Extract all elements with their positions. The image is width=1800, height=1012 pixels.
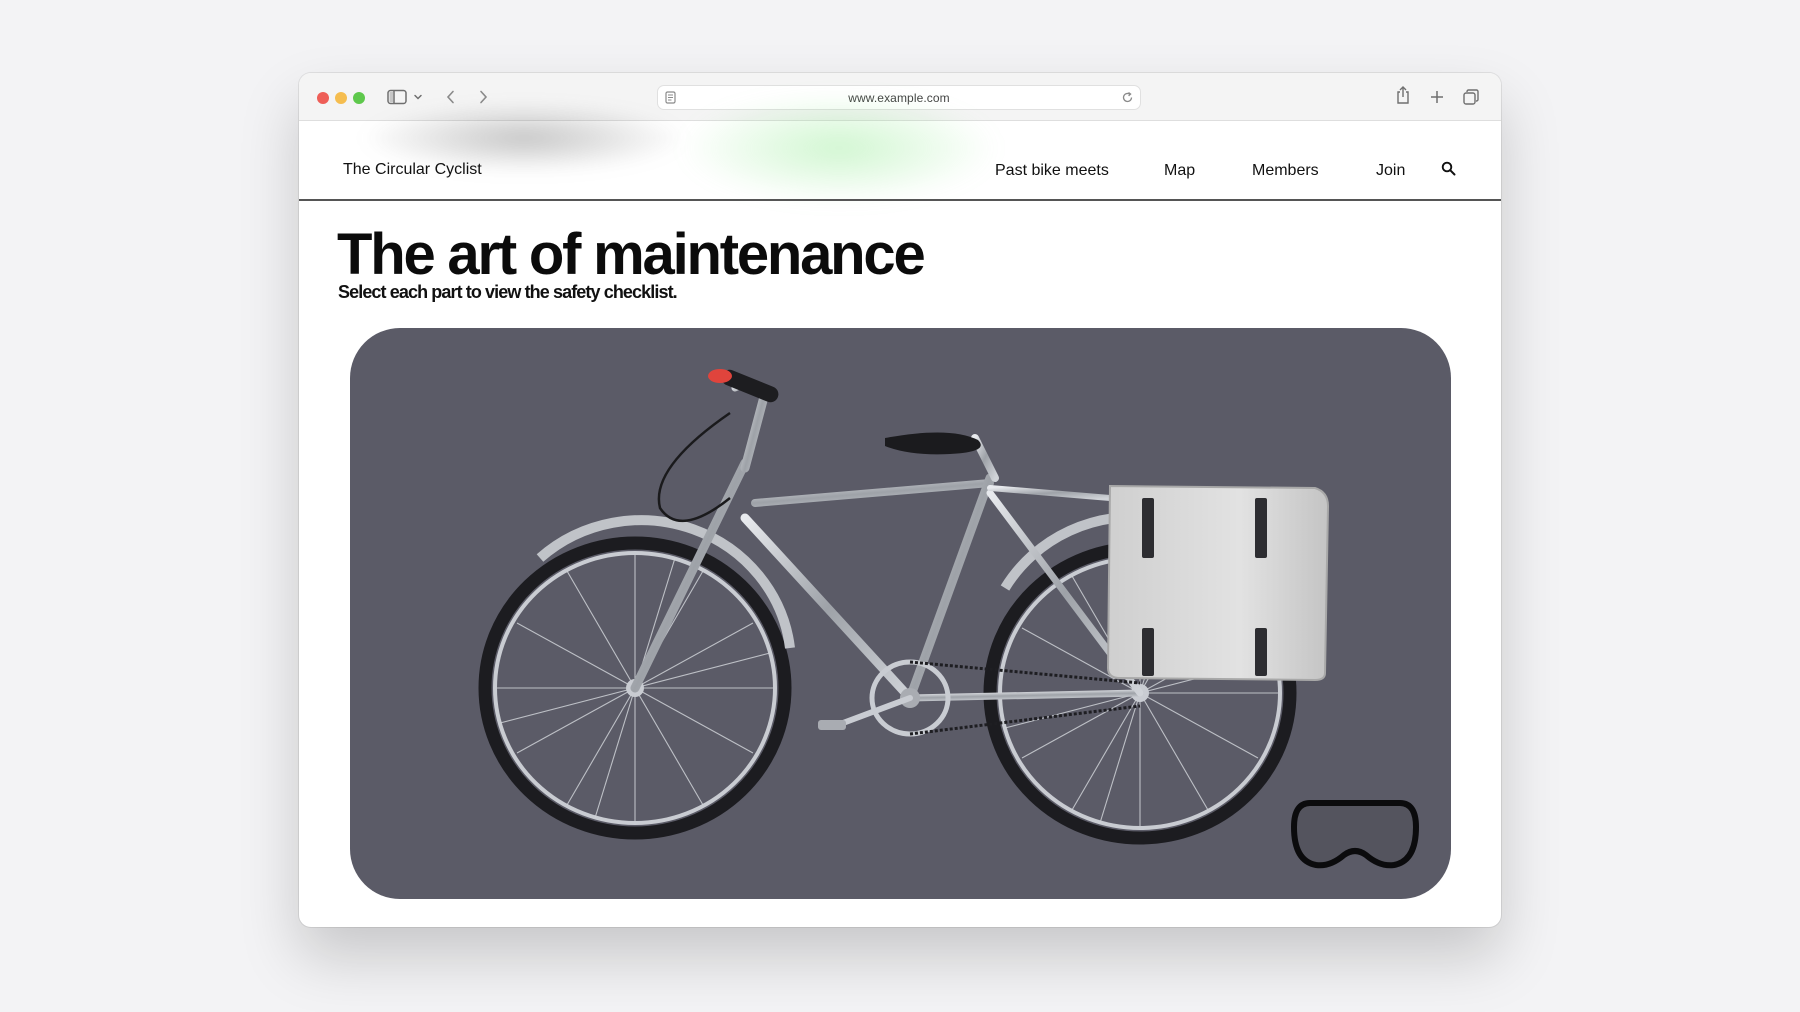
- pannier-bag[interactable]: [1106, 484, 1330, 682]
- browser-window: www.example.com The Circular Cyclist Pas…: [299, 73, 1501, 927]
- bike-model-viewer[interactable]: [350, 328, 1451, 899]
- forward-icon[interactable]: [477, 87, 489, 107]
- bike-light[interactable]: [708, 369, 732, 383]
- nav-map[interactable]: Map: [1164, 162, 1195, 180]
- site-header: The Circular Cyclist Past bike meets Map…: [299, 121, 1501, 201]
- nav-members[interactable]: Members: [1252, 162, 1319, 180]
- share-icon[interactable]: [1395, 85, 1411, 105]
- new-tab-icon[interactable]: [1429, 87, 1445, 107]
- bicycle-model[interactable]: [350, 328, 1451, 899]
- chevron-down-icon[interactable]: [413, 87, 423, 107]
- nav-past-bike-meets[interactable]: Past bike meets: [995, 162, 1109, 180]
- search-icon[interactable]: [1441, 161, 1456, 181]
- address-bar[interactable]: www.example.com: [657, 85, 1141, 110]
- bike-seat[interactable]: [885, 432, 981, 455]
- url-text: www.example.com: [848, 91, 950, 105]
- sidebar-icon[interactable]: [387, 87, 407, 107]
- vision-pro-icon[interactable]: [1290, 797, 1420, 873]
- zoom-window-button[interactable]: [353, 92, 365, 104]
- browser-toolbar: www.example.com: [299, 73, 1501, 121]
- page-title: The art of maintenance: [337, 222, 926, 287]
- close-window-button[interactable]: [317, 92, 329, 104]
- page-subtitle: Select each part to view the safety chec…: [338, 282, 678, 302]
- brake-cable[interactable]: [657, 411, 731, 523]
- minimize-window-button[interactable]: [335, 92, 347, 104]
- back-icon[interactable]: [445, 87, 457, 107]
- tabs-overview-icon[interactable]: [1462, 87, 1480, 107]
- site-title[interactable]: The Circular Cyclist: [343, 161, 482, 179]
- nav-join[interactable]: Join: [1376, 162, 1405, 180]
- reload-icon[interactable]: [1121, 91, 1134, 109]
